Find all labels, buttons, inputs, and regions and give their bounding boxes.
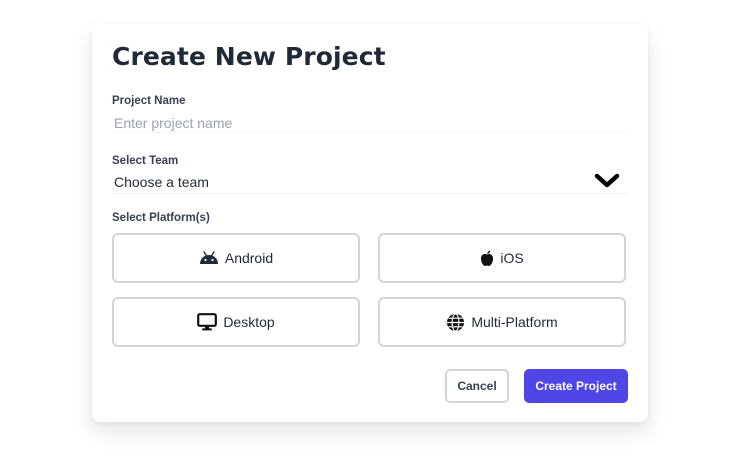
create-project-card: Create New Project Project Name Select T… [92, 24, 648, 422]
project-name-input[interactable] [112, 113, 628, 133]
chevron-down-icon [594, 173, 620, 188]
platform-label: Desktop [223, 314, 275, 330]
platform-multi-button[interactable]: Multi-Platform [378, 297, 626, 347]
platform-android-button[interactable]: Android [112, 233, 360, 283]
platforms-label: Select Platform(s) [112, 212, 210, 224]
globe-icon [447, 312, 465, 332]
apple-icon [481, 250, 494, 266]
platform-label: Android [224, 250, 274, 266]
team-label: Select Team [112, 155, 179, 167]
team-select-value: Choose a team [114, 174, 209, 190]
page-title: Create New Project [112, 42, 386, 71]
platform-label: Multi-Platform [471, 314, 558, 330]
team-select[interactable]: Choose a team [112, 172, 628, 194]
project-name-label: Project Name [112, 95, 186, 107]
create-project-button[interactable]: Create Project [524, 369, 628, 403]
platform-ios-button[interactable]: iOS [378, 233, 626, 283]
android-icon [199, 251, 218, 264]
platform-desktop-button[interactable]: Desktop [112, 297, 360, 347]
cancel-button[interactable]: Cancel [445, 369, 509, 403]
desktop-icon [197, 313, 218, 331]
platform-label: iOS [500, 250, 524, 266]
